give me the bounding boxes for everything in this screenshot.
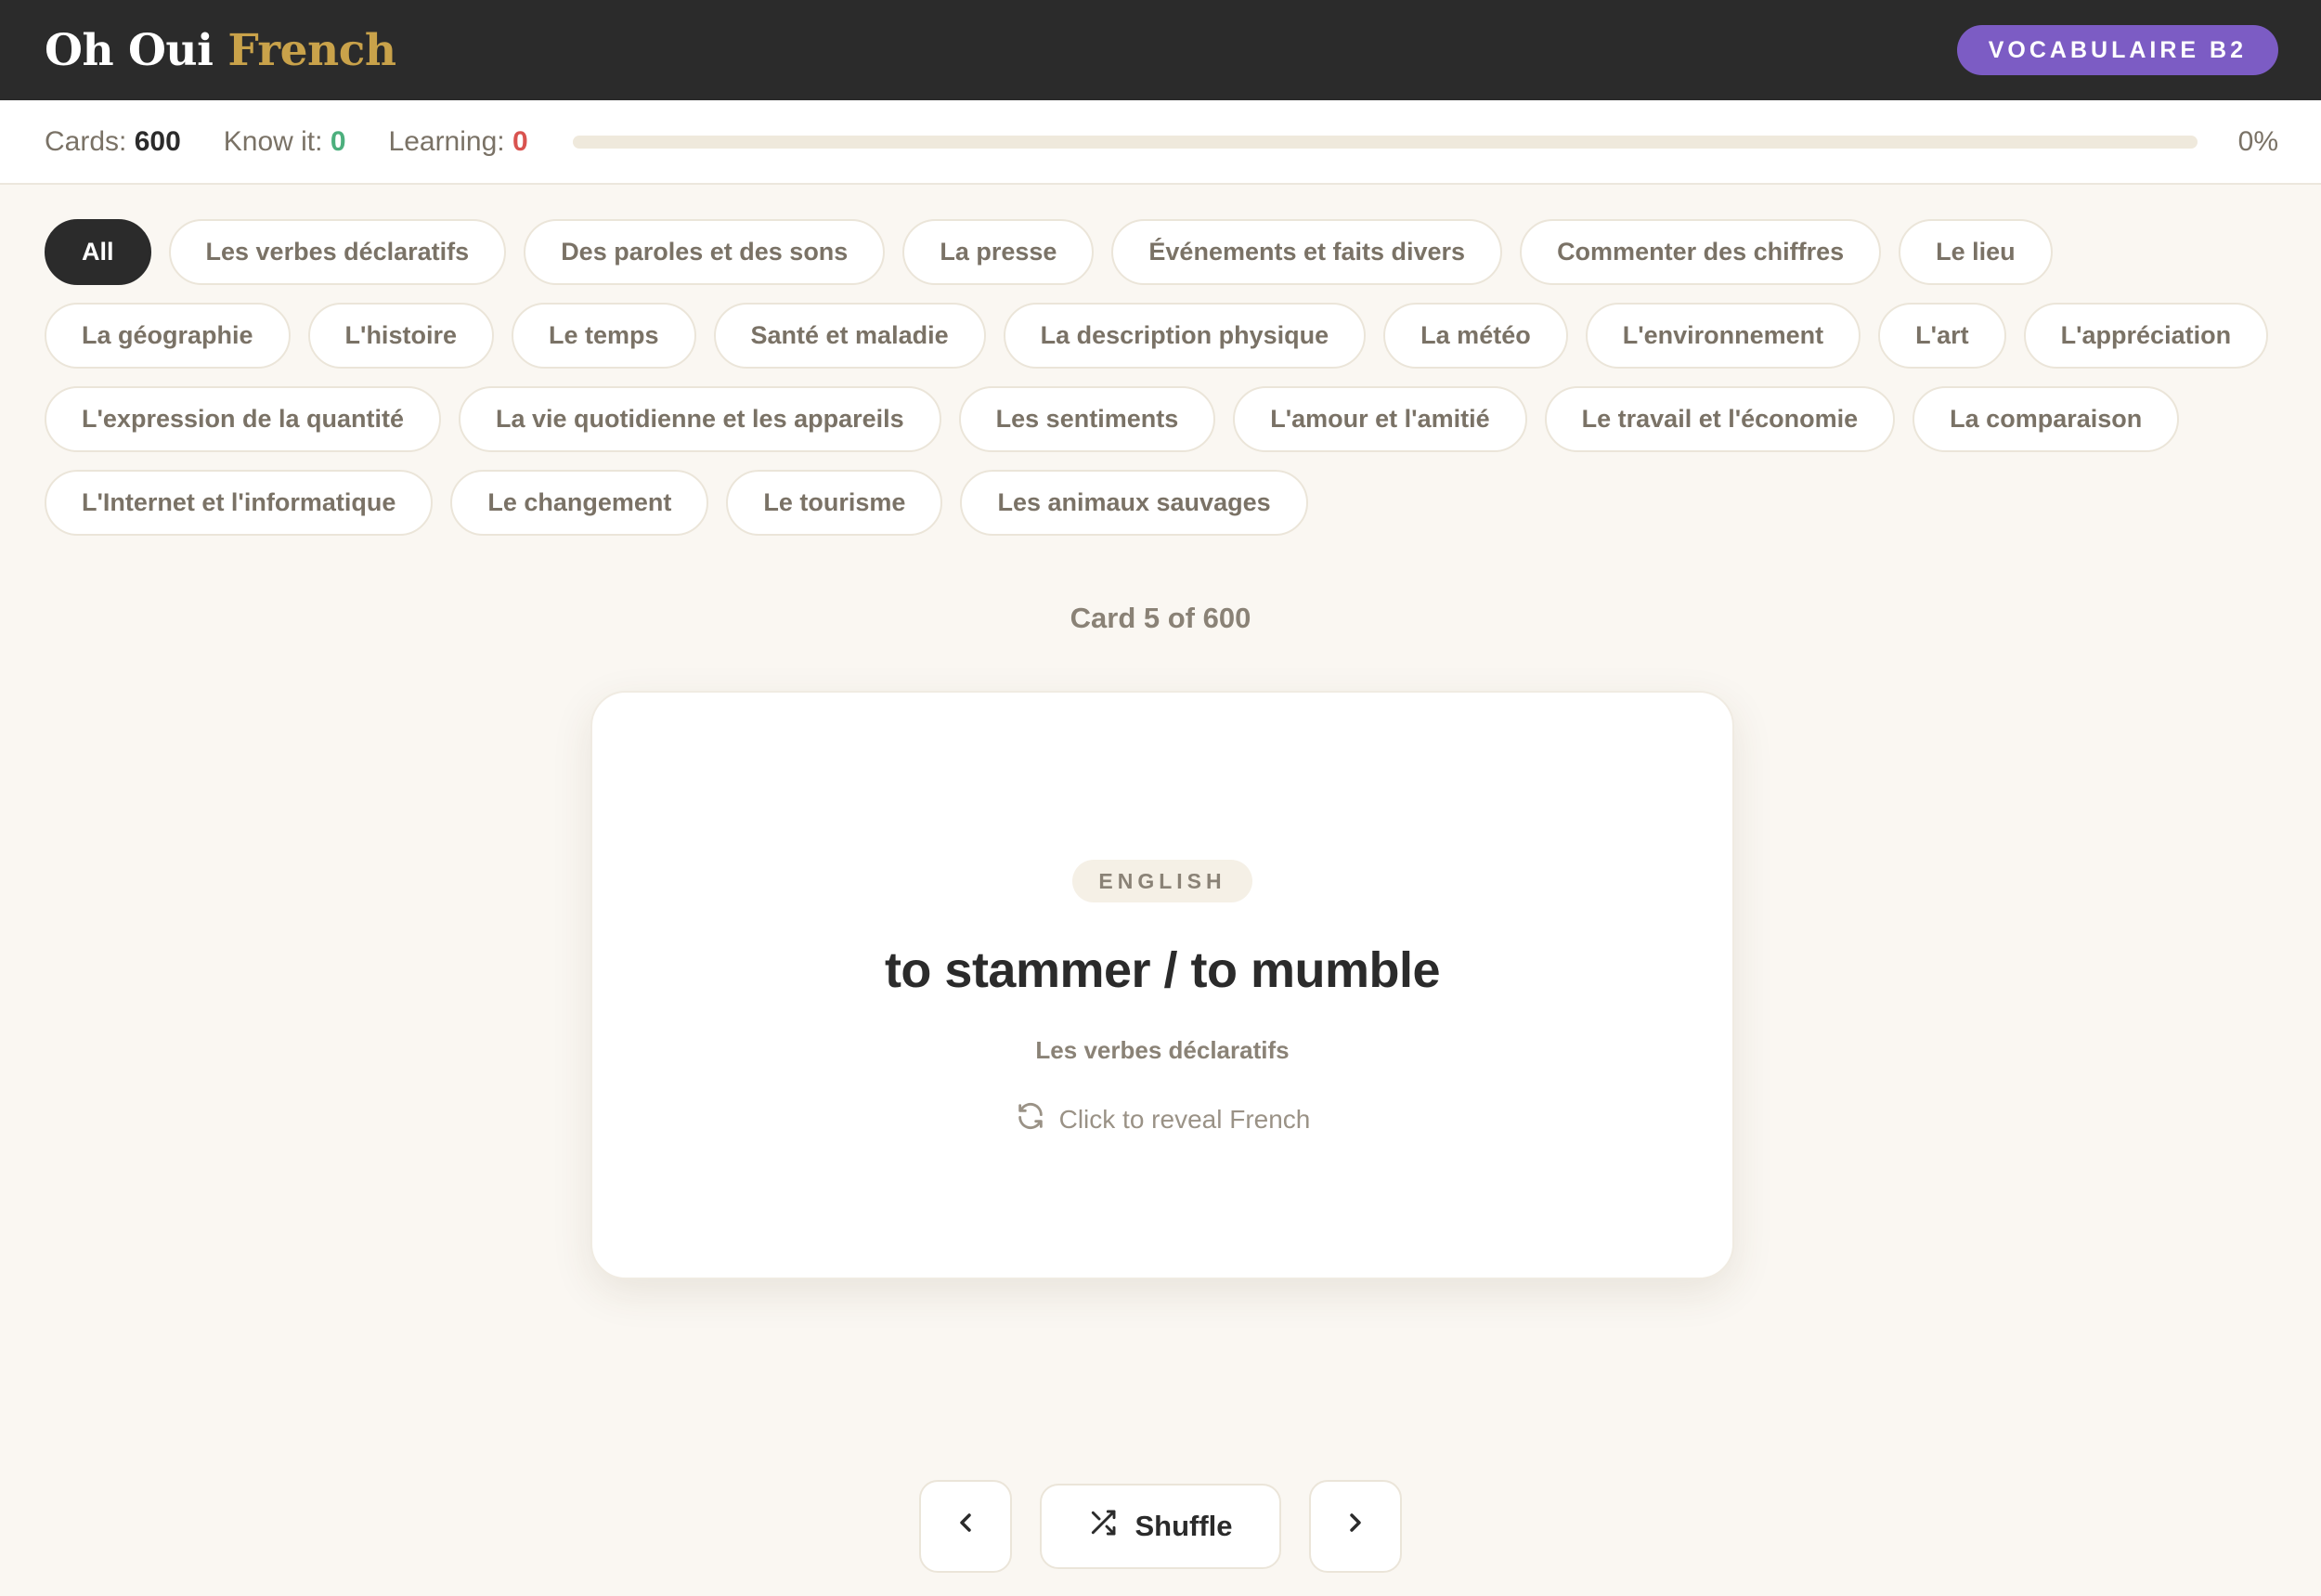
- category-chip[interactable]: L'environnement: [1585, 303, 1861, 369]
- category-chip[interactable]: L'appréciation: [2023, 303, 2269, 369]
- chevron-right-icon: [1341, 1508, 1370, 1545]
- category-chip[interactable]: L'art: [1878, 303, 2006, 369]
- stat-cards-label: Cards:: [45, 125, 127, 157]
- category-chip[interactable]: L'Internet et l'informatique: [45, 470, 434, 536]
- category-chip[interactable]: Les verbes déclaratifs: [168, 219, 507, 285]
- category-chip[interactable]: La géographie: [45, 303, 291, 369]
- stat-cards: Cards: 600: [45, 126, 181, 158]
- stat-cards-value: 600: [134, 125, 181, 157]
- category-chip[interactable]: La presse: [902, 219, 1095, 285]
- category-filter: All Les verbes déclaratifs Des paroles et …: [45, 219, 2291, 536]
- refresh-icon: [1015, 1100, 1046, 1138]
- brand-primary: Oh Oui: [45, 24, 214, 76]
- stat-know-value: 0: [330, 125, 346, 157]
- category-chip[interactable]: Événements et faits divers: [1111, 219, 1503, 285]
- category-chip[interactable]: Le changement: [450, 470, 709, 536]
- language-tag: ENGLISH: [1072, 860, 1252, 902]
- category-chip[interactable]: L'amour et l'amitié: [1233, 386, 1527, 452]
- top-bar: Oh Oui French VOCABULAIRE B2: [0, 0, 2321, 100]
- next-button[interactable]: [1308, 1480, 1402, 1573]
- category-chip[interactable]: L'expression de la quantité: [45, 386, 442, 452]
- level-badge: VOCABULAIRE B2: [1956, 25, 2278, 75]
- stat-learning-value: 0: [512, 125, 528, 157]
- progress-percent: 0%: [2237, 125, 2278, 157]
- category-chip[interactable]: La comparaison: [1913, 386, 2180, 452]
- category-chip[interactable]: La description physique: [1003, 303, 1367, 369]
- prev-button[interactable]: [919, 1480, 1013, 1573]
- shuffle-button[interactable]: Shuffle: [1040, 1484, 1281, 1569]
- category-chip[interactable]: Le temps: [511, 303, 696, 369]
- stat-learning: Learning: 0: [389, 126, 528, 158]
- category-chip[interactable]: Le travail et l'économie: [1544, 386, 1896, 452]
- chevron-left-icon: [951, 1508, 980, 1545]
- shuffle-icon: [1088, 1508, 1118, 1545]
- card-term: to stammer / to mumble: [884, 942, 1441, 998]
- category-chip[interactable]: Commenter des chiffres: [1520, 219, 1882, 285]
- brand-logo: Oh Oui French: [45, 25, 396, 76]
- category-chip[interactable]: Des paroles et des sons: [524, 219, 886, 285]
- card-category: Les verbes déclaratifs: [1035, 1036, 1290, 1064]
- category-chip[interactable]: Le tourisme: [726, 470, 943, 536]
- reveal-hint-label: Click to reveal French: [1058, 1104, 1311, 1134]
- category-chip[interactable]: Les sentiments: [958, 386, 1216, 452]
- stat-know-label: Know it:: [223, 125, 323, 157]
- category-chip[interactable]: Le lieu: [1899, 219, 2053, 285]
- category-chip[interactable]: All: [45, 219, 151, 285]
- progress-bar: [572, 135, 2198, 149]
- card-controls: Shuffle: [0, 1480, 2321, 1573]
- stat-know: Know it: 0: [224, 126, 346, 158]
- category-chip[interactable]: La vie quotidienne et les appareils: [459, 386, 941, 452]
- category-chip[interactable]: Les animaux sauvages: [960, 470, 1308, 536]
- category-chip[interactable]: L'histoire: [307, 303, 494, 369]
- category-chip[interactable]: La météo: [1383, 303, 1568, 369]
- stats-bar: Cards: 600 Know it: 0 Learning: 0 0%: [0, 100, 2321, 185]
- reveal-hint[interactable]: Click to reveal French: [1015, 1100, 1311, 1138]
- category-chip[interactable]: Santé et maladie: [713, 303, 986, 369]
- stat-learning-label: Learning:: [388, 125, 505, 157]
- flashcard[interactable]: ENGLISH to stammer / to mumble Les verbe…: [590, 691, 1734, 1279]
- shuffle-label: Shuffle: [1135, 1510, 1233, 1542]
- brand-accent: French: [227, 24, 396, 76]
- card-counter: Card 5 of 600: [1070, 602, 1251, 634]
